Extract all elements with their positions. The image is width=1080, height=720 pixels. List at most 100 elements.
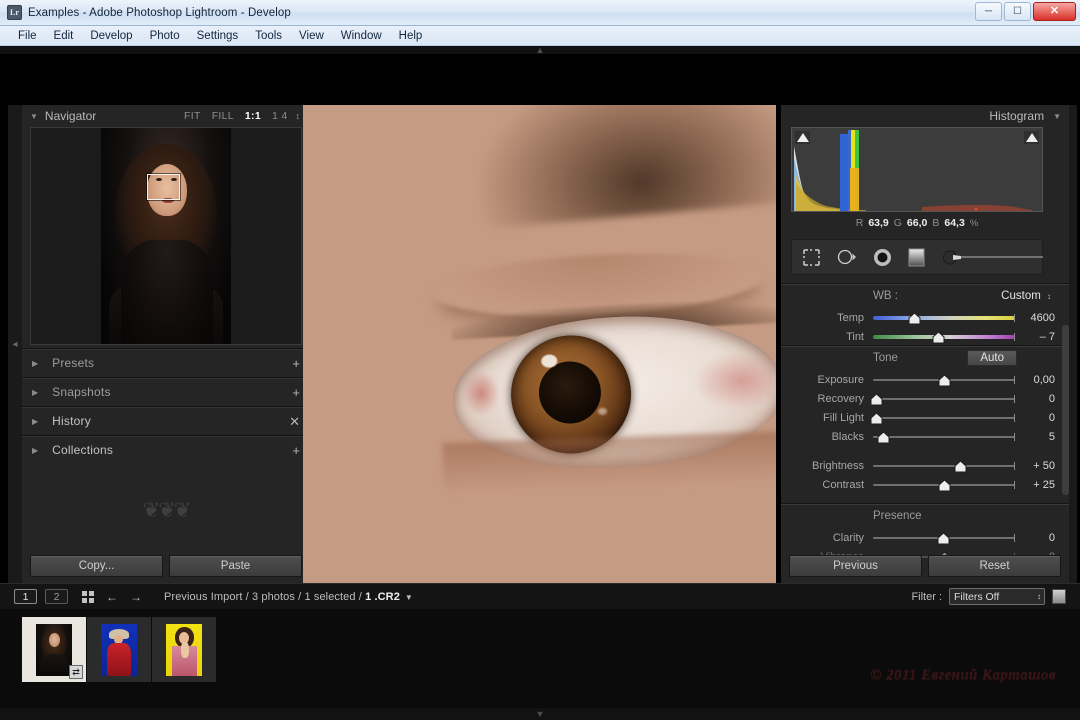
copy-button[interactable]: Copy... bbox=[30, 555, 163, 577]
reset-button[interactable]: Reset bbox=[928, 555, 1061, 577]
slider-track[interactable] bbox=[870, 392, 1015, 406]
close-button[interactable]: ✕ bbox=[1033, 2, 1076, 21]
bottom-panel-handle[interactable]: ▼ bbox=[0, 708, 1080, 720]
highlight-clipping-indicator[interactable] bbox=[1024, 131, 1039, 144]
back-arrow-icon[interactable]: ← bbox=[106, 590, 118, 604]
filmstrip-source-path[interactable]: Previous Import / 3 photos / 1 selected … bbox=[164, 591, 413, 603]
tone-auto-button[interactable]: Auto bbox=[967, 350, 1017, 366]
crop-overlay-tool[interactable] bbox=[802, 247, 821, 268]
filter-dropdown[interactable]: Filters Off ↕ bbox=[949, 588, 1045, 605]
zoom-stepper-icon[interactable]: ↕ bbox=[296, 111, 301, 121]
slider-knob[interactable] bbox=[877, 430, 890, 443]
filter-toggle-button[interactable] bbox=[1052, 589, 1066, 604]
filmstrip-filter-area: Filter : Filters Off ↕ bbox=[911, 588, 1066, 605]
tone-label: Tone bbox=[873, 352, 898, 364]
maximize-button[interactable]: ☐ bbox=[1004, 2, 1031, 21]
histogram-graph[interactable] bbox=[791, 127, 1043, 212]
clear-history-icon[interactable]: ✕ bbox=[289, 415, 300, 428]
slider-exposure[interactable]: Exposure 0,00 bbox=[781, 370, 1069, 389]
menu-item-edit[interactable]: Edit bbox=[46, 28, 82, 44]
slider-track[interactable] bbox=[873, 459, 1015, 473]
slider-knob[interactable] bbox=[932, 330, 945, 343]
navigator-preview[interactable] bbox=[30, 127, 302, 345]
slider-knob[interactable] bbox=[954, 459, 967, 472]
menu-item-photo[interactable]: Photo bbox=[142, 28, 188, 44]
menu-item-tools[interactable]: Tools bbox=[247, 28, 290, 44]
hist-b-value: 64,3 bbox=[944, 217, 965, 229]
slider-clarity[interactable]: Clarity 0 bbox=[781, 528, 1069, 547]
menu-item-file[interactable]: File bbox=[10, 28, 45, 44]
menu-item-view[interactable]: View bbox=[291, 28, 332, 44]
spot-removal-tool[interactable] bbox=[837, 247, 857, 268]
slider-end-tick bbox=[1014, 394, 1015, 403]
slider-temp[interactable]: Temp 4600 bbox=[781, 308, 1069, 327]
slider-recovery[interactable]: Recovery 0 bbox=[781, 389, 1069, 408]
paste-button[interactable]: Paste bbox=[169, 555, 302, 577]
previous-button[interactable]: Previous bbox=[789, 555, 922, 577]
disclosure-triangle-icon[interactable]: ▶ bbox=[32, 388, 38, 397]
add-preset-icon[interactable]: + bbox=[292, 357, 300, 370]
adjustment-brush-tool[interactable] bbox=[941, 247, 1046, 268]
slider-brightness[interactable]: Brightness + 50 bbox=[781, 456, 1069, 475]
red-eye-correction-tool[interactable] bbox=[873, 247, 892, 268]
disclosure-triangle-icon[interactable]: ▶ bbox=[32, 359, 38, 368]
menu-item-settings[interactable]: Settings bbox=[189, 28, 247, 44]
wb-preset-dropdown[interactable]: Custom ↕ bbox=[1001, 290, 1051, 302]
image-preview-area[interactable]: Pick a target neutral: bbox=[303, 105, 776, 583]
disclosure-triangle-icon[interactable]: ▼ bbox=[30, 112, 38, 121]
thumbnail-badge[interactable]: ⇄ bbox=[69, 665, 83, 679]
slider-track[interactable] bbox=[873, 430, 1015, 444]
slider-track[interactable] bbox=[873, 531, 1015, 545]
slider-blacks[interactable]: Blacks 5 bbox=[781, 427, 1069, 446]
slider-track[interactable] bbox=[873, 373, 1015, 387]
slider-track[interactable] bbox=[873, 330, 1015, 344]
disclosure-triangle-icon[interactable]: ▶ bbox=[32, 446, 38, 455]
screen-2-button[interactable]: 2 bbox=[45, 589, 68, 604]
left-panel-collapse-handle[interactable]: ◂ bbox=[8, 105, 22, 583]
grid-view-icon[interactable] bbox=[82, 590, 94, 603]
sidebar-item-collections[interactable]: ▶ Collections + bbox=[22, 435, 310, 464]
menu-item-help[interactable]: Help bbox=[391, 28, 431, 44]
slider-knob[interactable] bbox=[908, 311, 921, 324]
grid-cell bbox=[89, 597, 94, 603]
slider-track[interactable] bbox=[873, 478, 1015, 492]
zoom-level-fit[interactable]: FIT bbox=[184, 110, 201, 122]
slider-tint[interactable]: Tint – 7 bbox=[781, 327, 1069, 346]
slider-knob[interactable] bbox=[937, 531, 950, 544]
zoom-level-1-4[interactable]: 1 4 bbox=[272, 110, 288, 122]
slider-fill-light[interactable]: Fill Light 0 bbox=[781, 408, 1069, 427]
minimize-button[interactable]: ─ bbox=[975, 2, 1002, 21]
slider-knob[interactable] bbox=[938, 478, 951, 491]
list-item[interactable]: ⇄ bbox=[22, 617, 87, 682]
slider-contrast[interactable]: Contrast + 25 bbox=[781, 475, 1069, 494]
disclosure-triangle-icon[interactable]: ▶ bbox=[32, 417, 38, 426]
sidebar-item-snapshots[interactable]: ▶ Snapshots + bbox=[22, 377, 310, 406]
list-item[interactable] bbox=[87, 617, 152, 682]
navigator-header[interactable]: ▼ Navigator FIT FILL 1:1 1 4 ↕ bbox=[22, 105, 310, 127]
shadow-clipping-indicator[interactable] bbox=[795, 131, 810, 144]
histogram-header[interactable]: Histogram ▼ bbox=[781, 105, 1069, 127]
maximize-icon: ☐ bbox=[1013, 5, 1022, 17]
zoom-level-1-1[interactable]: 1:1 bbox=[245, 110, 261, 122]
slider-knob[interactable] bbox=[870, 411, 883, 424]
menu-item-develop[interactable]: Develop bbox=[82, 28, 140, 44]
zoom-level-fill[interactable]: FILL bbox=[212, 110, 234, 122]
slider-knob[interactable] bbox=[870, 392, 883, 405]
slider-knob[interactable] bbox=[938, 373, 951, 386]
navigator-roi-rect[interactable] bbox=[147, 174, 180, 200]
screen-1-button[interactable]: 1 bbox=[14, 589, 37, 604]
graduated-filter-tool[interactable] bbox=[908, 247, 925, 268]
right-panel-scrollbar[interactable] bbox=[1062, 325, 1069, 495]
add-collection-icon[interactable]: + bbox=[292, 444, 300, 457]
forward-arrow-icon[interactable]: → bbox=[130, 590, 142, 604]
slider-track[interactable] bbox=[873, 311, 1015, 325]
list-item[interactable] bbox=[152, 617, 217, 682]
top-panel-handle[interactable]: ▲ bbox=[0, 46, 1080, 55]
add-snapshot-icon[interactable]: + bbox=[292, 386, 300, 399]
disclosure-triangle-icon[interactable]: ▼ bbox=[1053, 112, 1061, 121]
chevron-down-icon[interactable]: ▼ bbox=[405, 593, 413, 602]
sidebar-item-history[interactable]: ▶ History ✕ bbox=[22, 406, 310, 435]
slider-track[interactable] bbox=[870, 411, 1015, 425]
sidebar-item-presets[interactable]: ▶ Presets + bbox=[22, 348, 310, 377]
menu-item-window[interactable]: Window bbox=[333, 28, 390, 44]
